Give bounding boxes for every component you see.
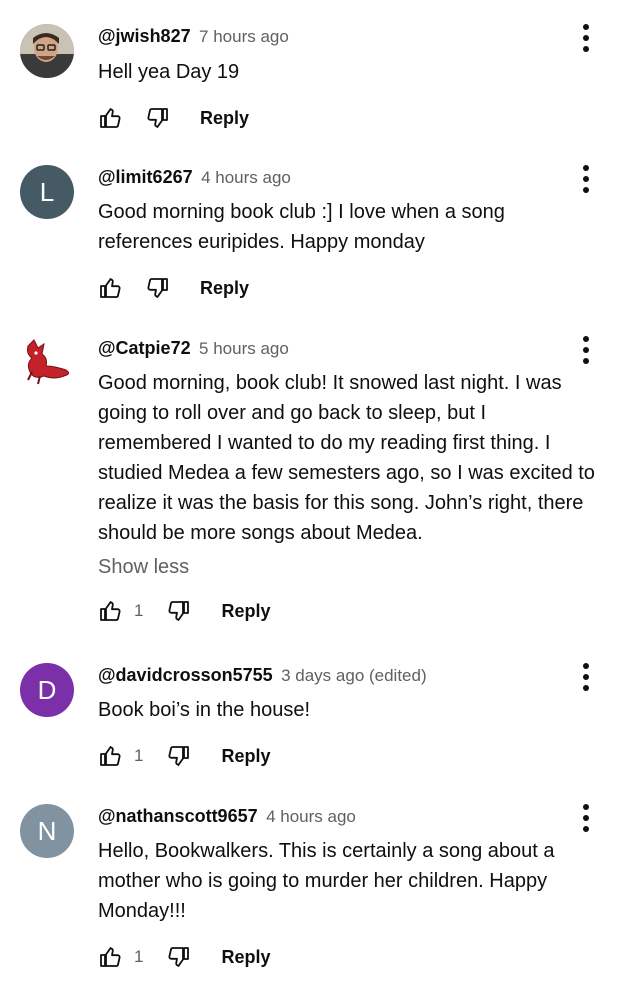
comment-actions: Reply xyxy=(98,103,598,133)
thumb-up-icon[interactable] xyxy=(98,106,122,130)
avatar[interactable] xyxy=(20,336,74,390)
comment-time[interactable]: 4 hours ago xyxy=(201,168,291,187)
reply-button[interactable]: Reply xyxy=(200,278,249,299)
avatar[interactable]: L xyxy=(20,165,74,219)
thumb-down-icon[interactable] xyxy=(146,106,170,130)
comment-actions: 1 Reply xyxy=(98,942,598,972)
comment-actions: Reply xyxy=(98,273,598,303)
comment-body: @Catpie72 5 hours ago Good morning, book… xyxy=(98,336,598,626)
more-options-icon[interactable] xyxy=(576,165,596,193)
thumb-up-icon[interactable] xyxy=(98,945,122,969)
like-count: 1 xyxy=(134,947,144,966)
avatar-letter: L xyxy=(39,176,55,207)
author-handle[interactable]: @davidcrosson5755 xyxy=(98,665,273,685)
author-handle[interactable]: @jwish827 xyxy=(98,26,191,46)
comment-text: Hell yea Day 19 xyxy=(98,61,240,83)
red-creature-icon xyxy=(27,339,70,385)
thumb-up-icon[interactable] xyxy=(98,276,122,300)
thumb-up-icon[interactable] xyxy=(98,744,122,768)
thumb-up-icon[interactable] xyxy=(98,599,122,623)
comment-time[interactable]: 7 hours ago xyxy=(199,27,289,46)
show-less-link[interactable]: Show less xyxy=(98,554,598,580)
reply-button[interactable]: Reply xyxy=(200,108,249,129)
comment-body: @nathanscott9657 4 hours ago Hello, Book… xyxy=(98,804,598,972)
more-options-icon[interactable] xyxy=(576,804,596,832)
avatar[interactable]: N xyxy=(20,804,74,858)
author-handle[interactable]: @limit6267 xyxy=(98,167,193,187)
comment-body: @jwish827 7 hours ago Hell yea Day 19 Re… xyxy=(98,24,598,133)
thumb-down-icon[interactable] xyxy=(167,744,191,768)
user-photo-icon xyxy=(20,24,74,78)
avatar-letter: N xyxy=(37,815,57,846)
thumb-down-icon[interactable] xyxy=(146,276,170,300)
reply-button[interactable]: Reply xyxy=(221,746,270,767)
comment-text: Good morning book club :] I love when a … xyxy=(98,201,505,253)
thumb-down-icon[interactable] xyxy=(167,599,191,623)
comment-meta: @jwish827 7 hours ago xyxy=(98,24,598,48)
reply-button[interactable]: Reply xyxy=(221,947,270,968)
comment-text: Good morning, book club! It snowed last … xyxy=(98,372,595,544)
avatar[interactable] xyxy=(20,24,74,78)
like-count: 1 xyxy=(134,601,144,620)
avatar[interactable]: D xyxy=(20,663,74,717)
comment-actions: 1 Reply xyxy=(98,596,598,626)
like-count: 1 xyxy=(134,746,144,765)
comment-time[interactable]: 4 hours ago xyxy=(266,807,356,826)
more-options-icon[interactable] xyxy=(576,663,596,691)
comment-body: @davidcrosson5755 3 days ago (edited) Bo… xyxy=(98,663,598,771)
reply-button[interactable]: Reply xyxy=(221,601,270,622)
comment-meta: @Catpie72 5 hours ago xyxy=(98,336,598,360)
author-handle[interactable]: @nathanscott9657 xyxy=(98,806,258,826)
avatar-letter: D xyxy=(37,674,57,705)
comment-time[interactable]: 3 days ago (edited) xyxy=(281,666,427,685)
comment-meta: @nathanscott9657 4 hours ago xyxy=(98,804,598,828)
comment-body: @limit6267 4 hours ago Good morning book… xyxy=(98,165,598,303)
more-options-icon[interactable] xyxy=(576,24,596,52)
comment-meta: @davidcrosson5755 3 days ago (edited) xyxy=(98,663,598,687)
comment-time[interactable]: 5 hours ago xyxy=(199,339,289,358)
more-options-icon[interactable] xyxy=(576,336,596,364)
comment-text: Book boi’s in the house! xyxy=(98,699,311,721)
comment-actions: 1 Reply xyxy=(98,741,598,771)
comment-meta: @limit6267 4 hours ago xyxy=(98,165,598,189)
comment-text: Hello, Bookwalkers. This is certainly a … xyxy=(98,840,555,922)
thumb-down-icon[interactable] xyxy=(167,945,191,969)
author-handle[interactable]: @Catpie72 xyxy=(98,338,191,358)
